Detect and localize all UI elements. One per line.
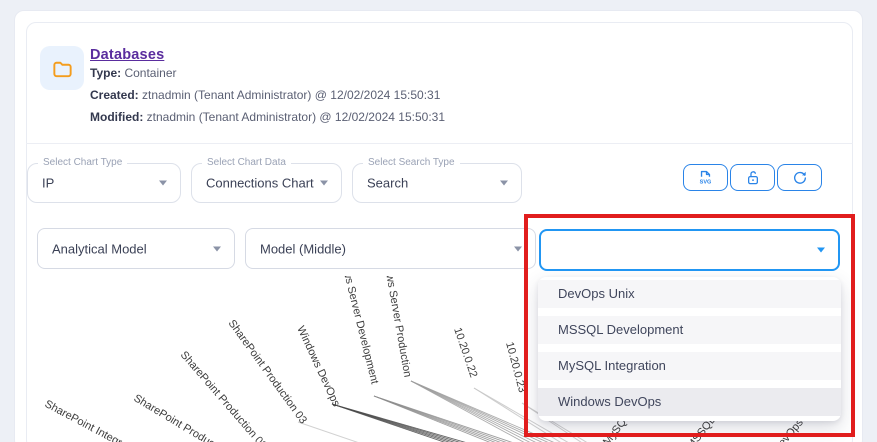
created-label: Created: xyxy=(90,88,139,102)
chart-data-select[interactable]: Select Chart Data Connections Chart xyxy=(191,163,342,203)
entity-created-line: Created: ztnadmin (Tenant Administrator)… xyxy=(90,88,440,102)
svg-text:SVG: SVG xyxy=(700,179,712,185)
search-type-select[interactable]: Select Search Type Search xyxy=(352,163,522,203)
analytical-model-select[interactable]: Analytical Model xyxy=(37,228,235,269)
chevron-down-icon xyxy=(320,181,328,186)
chart-node-label: Windows Server Production xyxy=(378,276,413,378)
modified-value: ztnadmin (Tenant Administrator) @ 12/02/… xyxy=(143,110,445,124)
chevron-down-icon xyxy=(159,181,167,186)
export-svg-button[interactable]: SVG xyxy=(683,164,728,191)
chevron-down-icon xyxy=(213,246,221,251)
chart-edge xyxy=(298,422,456,442)
lock-button[interactable] xyxy=(730,164,775,191)
dropdown-option[interactable]: MSSQL Development xyxy=(538,316,841,344)
modified-label: Modified: xyxy=(90,110,143,124)
page: SharePoint IntegrationSharePoint Product… xyxy=(0,0,877,442)
dropdown-option[interactable]: DevOps Unix xyxy=(538,280,841,308)
analytical-model-select-value: Analytical Model xyxy=(52,241,147,256)
chart-data-select-label: Select Chart Data xyxy=(202,157,291,168)
entity-type-line: Type: Container xyxy=(90,66,177,80)
folder-icon xyxy=(51,57,74,80)
model-middle-select-value: Model (Middle) xyxy=(260,241,346,256)
chart-node-label: SharePoint Integration xyxy=(43,398,145,442)
type-label: Type: xyxy=(90,66,121,80)
chart-type-select-value: IP xyxy=(42,176,54,191)
chart-data-select-value: Connections Chart xyxy=(206,176,314,191)
chart-node-label: Windows DevOps xyxy=(294,324,342,409)
dropdown-option[interactable]: MySQL Integration xyxy=(538,352,841,380)
svg-file-icon: SVG xyxy=(696,168,715,187)
model-middle-select[interactable]: Model (Middle) xyxy=(245,228,536,269)
chart-node-label: Windows Server Development xyxy=(333,276,380,385)
type-value: Container xyxy=(121,66,176,80)
chevron-down-icon xyxy=(500,181,508,186)
header-divider xyxy=(26,143,853,144)
chevron-down-icon xyxy=(514,246,522,251)
entity-title-link[interactable]: Databases xyxy=(90,47,164,63)
created-value: ztnadmin (Tenant Administrator) @ 12/02/… xyxy=(139,88,441,102)
chart-node-label: 10.20.0.23 xyxy=(503,341,528,394)
refresh-button[interactable] xyxy=(777,164,822,191)
dropdown-panel: DevOps Unix MSSQL Development MySQL Integr… xyxy=(538,277,841,421)
chart-node-label: 10.20.0.22 xyxy=(451,326,479,379)
search-type-select-label: Select Search Type xyxy=(363,157,460,168)
model-item-select-focused[interactable] xyxy=(539,229,840,271)
chevron-down-icon xyxy=(817,248,825,253)
unlock-icon xyxy=(744,169,762,187)
entity-icon-box xyxy=(40,46,84,90)
dropdown-option[interactable]: Windows DevOps xyxy=(538,388,841,416)
chart-type-select[interactable]: Select Chart Type IP xyxy=(27,163,181,203)
refresh-icon xyxy=(791,169,809,187)
entity-modified-line: Modified: ztnadmin (Tenant Administrator… xyxy=(90,110,445,124)
chart-type-select-label: Select Chart Type xyxy=(38,157,127,168)
search-type-select-value: Search xyxy=(367,176,408,191)
